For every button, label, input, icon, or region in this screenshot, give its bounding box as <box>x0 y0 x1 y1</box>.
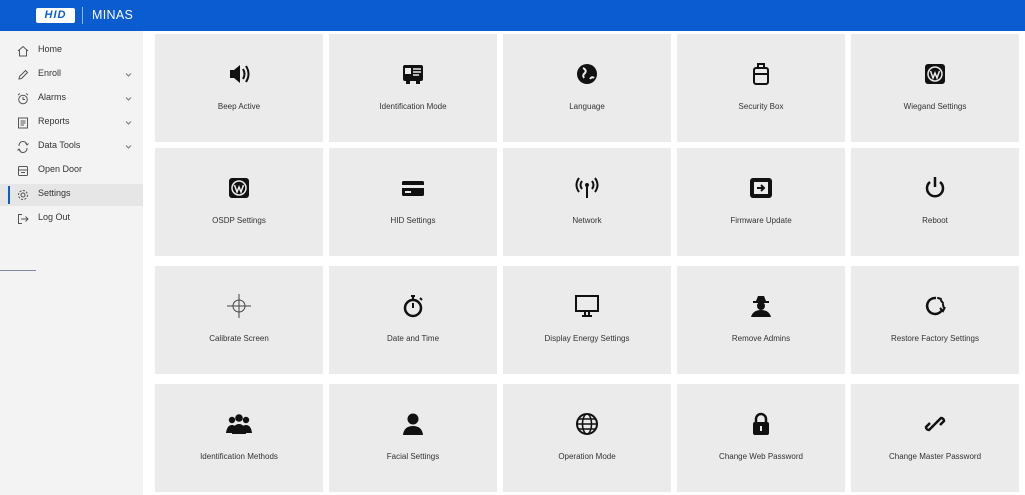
tile-label: Beep Active <box>217 102 261 111</box>
sidebar: Home Enroll Alarms Reports Data Tools Op… <box>0 31 143 495</box>
user-icon <box>398 409 428 439</box>
sidebar-item-data-tools[interactable]: Data Tools <box>0 136 143 158</box>
sidebar-guide-line <box>0 270 36 271</box>
hid-logo: HID <box>36 8 75 23</box>
spy-icon <box>746 291 776 321</box>
globe-icon <box>572 59 602 89</box>
settings-grid: Beep Active Identification Mode Language… <box>155 34 1020 495</box>
tile-osdp-settings[interactable]: OSDP Settings <box>155 148 323 256</box>
id-card-icon <box>398 59 428 89</box>
tile-restore-factory-settings[interactable]: Restore Factory Settings <box>851 266 1019 374</box>
tile-label: Restore Factory Settings <box>890 334 980 343</box>
tile-network[interactable]: Network <box>503 148 671 256</box>
tile-label: Identification Mode <box>379 102 447 111</box>
sidebar-item-label: Enroll <box>38 68 62 78</box>
tile-facial-settings[interactable]: Facial Settings <box>329 384 497 492</box>
tile-label: Change Web Password <box>719 452 803 461</box>
sidebar-item-open-door[interactable]: Open Door <box>0 160 143 182</box>
monitor-icon <box>572 291 602 321</box>
tile-label: Security Box <box>738 102 784 111</box>
gear-icon <box>18 190 28 200</box>
tile-label: Facial Settings <box>386 452 440 461</box>
stopwatch-icon <box>398 291 428 321</box>
tile-change-web-password[interactable]: Change Web Password <box>677 384 845 492</box>
sidebar-item-label: Log Out <box>38 212 71 222</box>
sidebar-item-label: Reports <box>38 116 70 126</box>
home-icon <box>17 45 29 57</box>
chevron-down-icon <box>125 145 132 149</box>
sidebar-item-label: Alarms <box>38 92 67 102</box>
app-title: MINAS <box>92 8 134 22</box>
wordpress-icon <box>224 173 254 203</box>
top-bar: HID MINAS <box>0 0 1025 31</box>
tile-label: HID Settings <box>390 216 436 225</box>
tile-remove-admins[interactable]: Remove Admins <box>677 266 845 374</box>
tile-date-and-time[interactable]: Date and Time <box>329 266 497 374</box>
tile-change-master-password[interactable]: Change Master Password <box>851 384 1019 492</box>
tile-label: Display Energy Settings <box>544 334 630 343</box>
tile-wiegand-settings[interactable]: Wiegand Settings <box>851 34 1019 142</box>
tile-label: Operation Mode <box>558 452 616 461</box>
tile-display-energy-settings[interactable]: Display Energy Settings <box>503 266 671 374</box>
tile-identification-methods[interactable]: Identification Methods <box>155 384 323 492</box>
device-update-icon <box>746 173 776 203</box>
sidebar-item-label: Open Door <box>38 164 83 174</box>
users-icon <box>224 409 254 439</box>
tile-identification-mode[interactable]: Identification Mode <box>329 34 497 142</box>
sidebar-item-label: Home <box>38 44 63 54</box>
tile-security-box[interactable]: Security Box <box>677 34 845 142</box>
tile-label: Date and Time <box>386 334 440 343</box>
tile-label: Change Master Password <box>888 452 982 461</box>
link-icon <box>920 409 950 439</box>
tile-beep-active[interactable]: Beep Active <box>155 34 323 142</box>
sidebar-item-label: Settings <box>38 188 71 198</box>
tile-language[interactable]: Language <box>503 34 671 142</box>
sidebar-item-label: Data Tools <box>38 140 81 150</box>
world-grid-icon <box>572 409 602 439</box>
tile-label: Network <box>572 216 602 225</box>
lock-icon <box>746 409 776 439</box>
sidebar-item-settings[interactable]: Settings <box>0 184 143 206</box>
logo-divider <box>82 7 83 24</box>
chevron-down-icon <box>125 121 132 125</box>
tile-hid-settings[interactable]: HID Settings <box>329 148 497 256</box>
restore-icon <box>920 291 950 321</box>
crosshair-icon <box>224 291 254 321</box>
wordpress-icon <box>920 59 950 89</box>
tile-label: Reboot <box>922 216 948 225</box>
power-icon <box>920 173 950 203</box>
chevron-down-icon <box>125 97 132 101</box>
chevron-down-icon <box>125 73 132 77</box>
logout-icon <box>18 214 29 224</box>
sidebar-item-enroll[interactable]: Enroll <box>0 64 143 86</box>
sync-icon <box>17 141 29 153</box>
tile-firmware-update[interactable]: Firmware Update <box>677 148 845 256</box>
pencil-icon <box>18 69 29 80</box>
tile-label: Language <box>569 102 605 111</box>
luggage-icon <box>746 59 776 89</box>
sidebar-item-log-out[interactable]: Log Out <box>0 208 143 230</box>
credit-card-icon <box>398 173 428 203</box>
tile-calibrate-screen[interactable]: Calibrate Screen <box>155 266 323 374</box>
tile-label: Calibrate Screen <box>209 334 269 343</box>
tile-label: Firmware Update <box>730 216 792 225</box>
sidebar-item-home[interactable]: Home <box>0 40 143 62</box>
tile-operation-mode[interactable]: Operation Mode <box>503 384 671 492</box>
tile-label: Identification Methods <box>200 452 278 461</box>
tile-label: Wiegand Settings <box>903 102 967 111</box>
report-icon <box>18 117 28 129</box>
tile-reboot[interactable]: Reboot <box>851 148 1019 256</box>
tile-label: Remove Admins <box>731 334 791 343</box>
door-icon <box>18 166 28 176</box>
antenna-icon <box>572 173 602 203</box>
tile-label: OSDP Settings <box>212 216 266 225</box>
sidebar-item-alarms[interactable]: Alarms <box>0 88 143 110</box>
sidebar-item-reports[interactable]: Reports <box>0 112 143 134</box>
alarm-clock-icon <box>17 93 29 105</box>
speaker-icon <box>224 59 254 89</box>
